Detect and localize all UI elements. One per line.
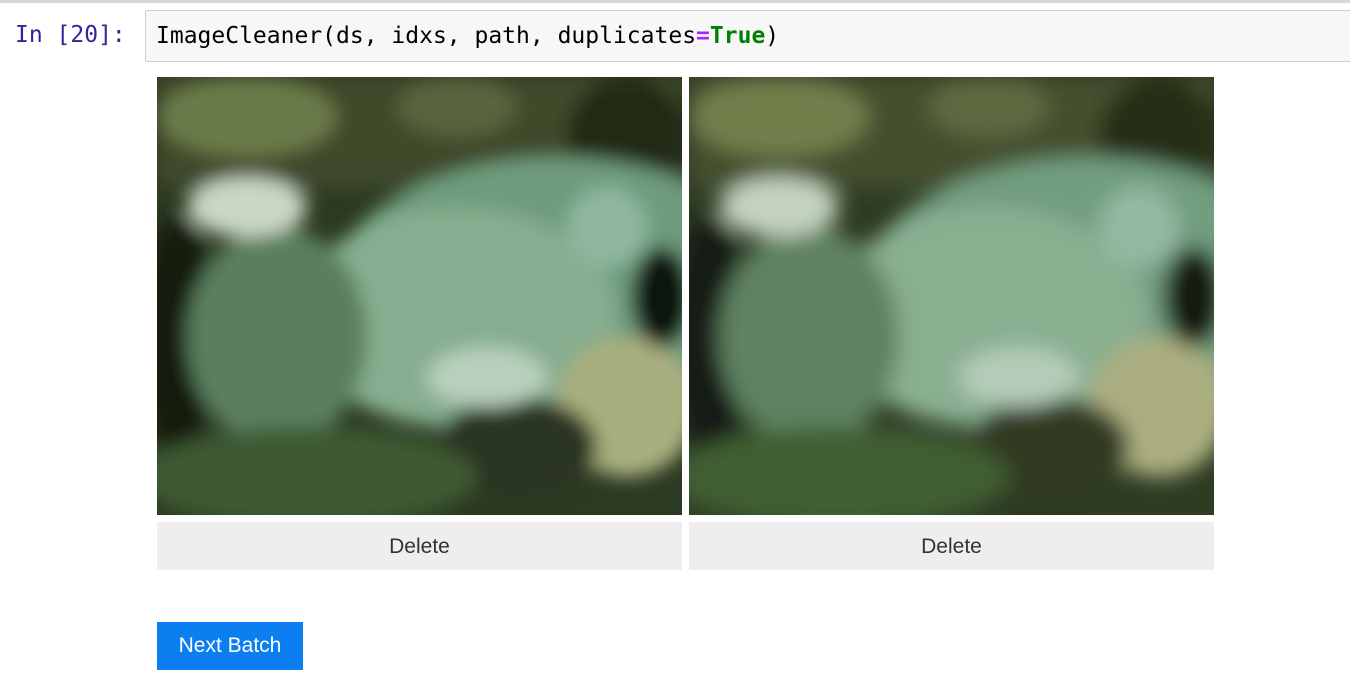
code-line[interactable]: ImageCleaner(ds, idxs, path, duplicates=… — [156, 21, 779, 51]
delete-button[interactable]: Delete — [157, 522, 682, 570]
next-batch-button[interactable]: Next Batch — [157, 622, 303, 670]
cell-prompt: In [20]: — [15, 22, 126, 48]
code-close-paren: ) — [765, 23, 780, 49]
delete-button[interactable]: Delete — [689, 522, 1214, 570]
frog-image — [689, 77, 1214, 515]
code-operator: = — [696, 23, 710, 49]
code-call-text: ImageCleaner(ds, idxs, path, duplicates — [156, 23, 697, 49]
cell-top-border — [0, 0, 1350, 3]
code-keyword: True — [709, 23, 766, 49]
image-cleaner-grid: Delete Delete — [157, 77, 1217, 577]
image-card: Delete — [157, 77, 682, 570]
image-card: Delete — [689, 77, 1214, 570]
code-input-area[interactable]: ImageCleaner(ds, idxs, path, duplicates=… — [145, 10, 1350, 62]
frog-image — [157, 77, 682, 515]
